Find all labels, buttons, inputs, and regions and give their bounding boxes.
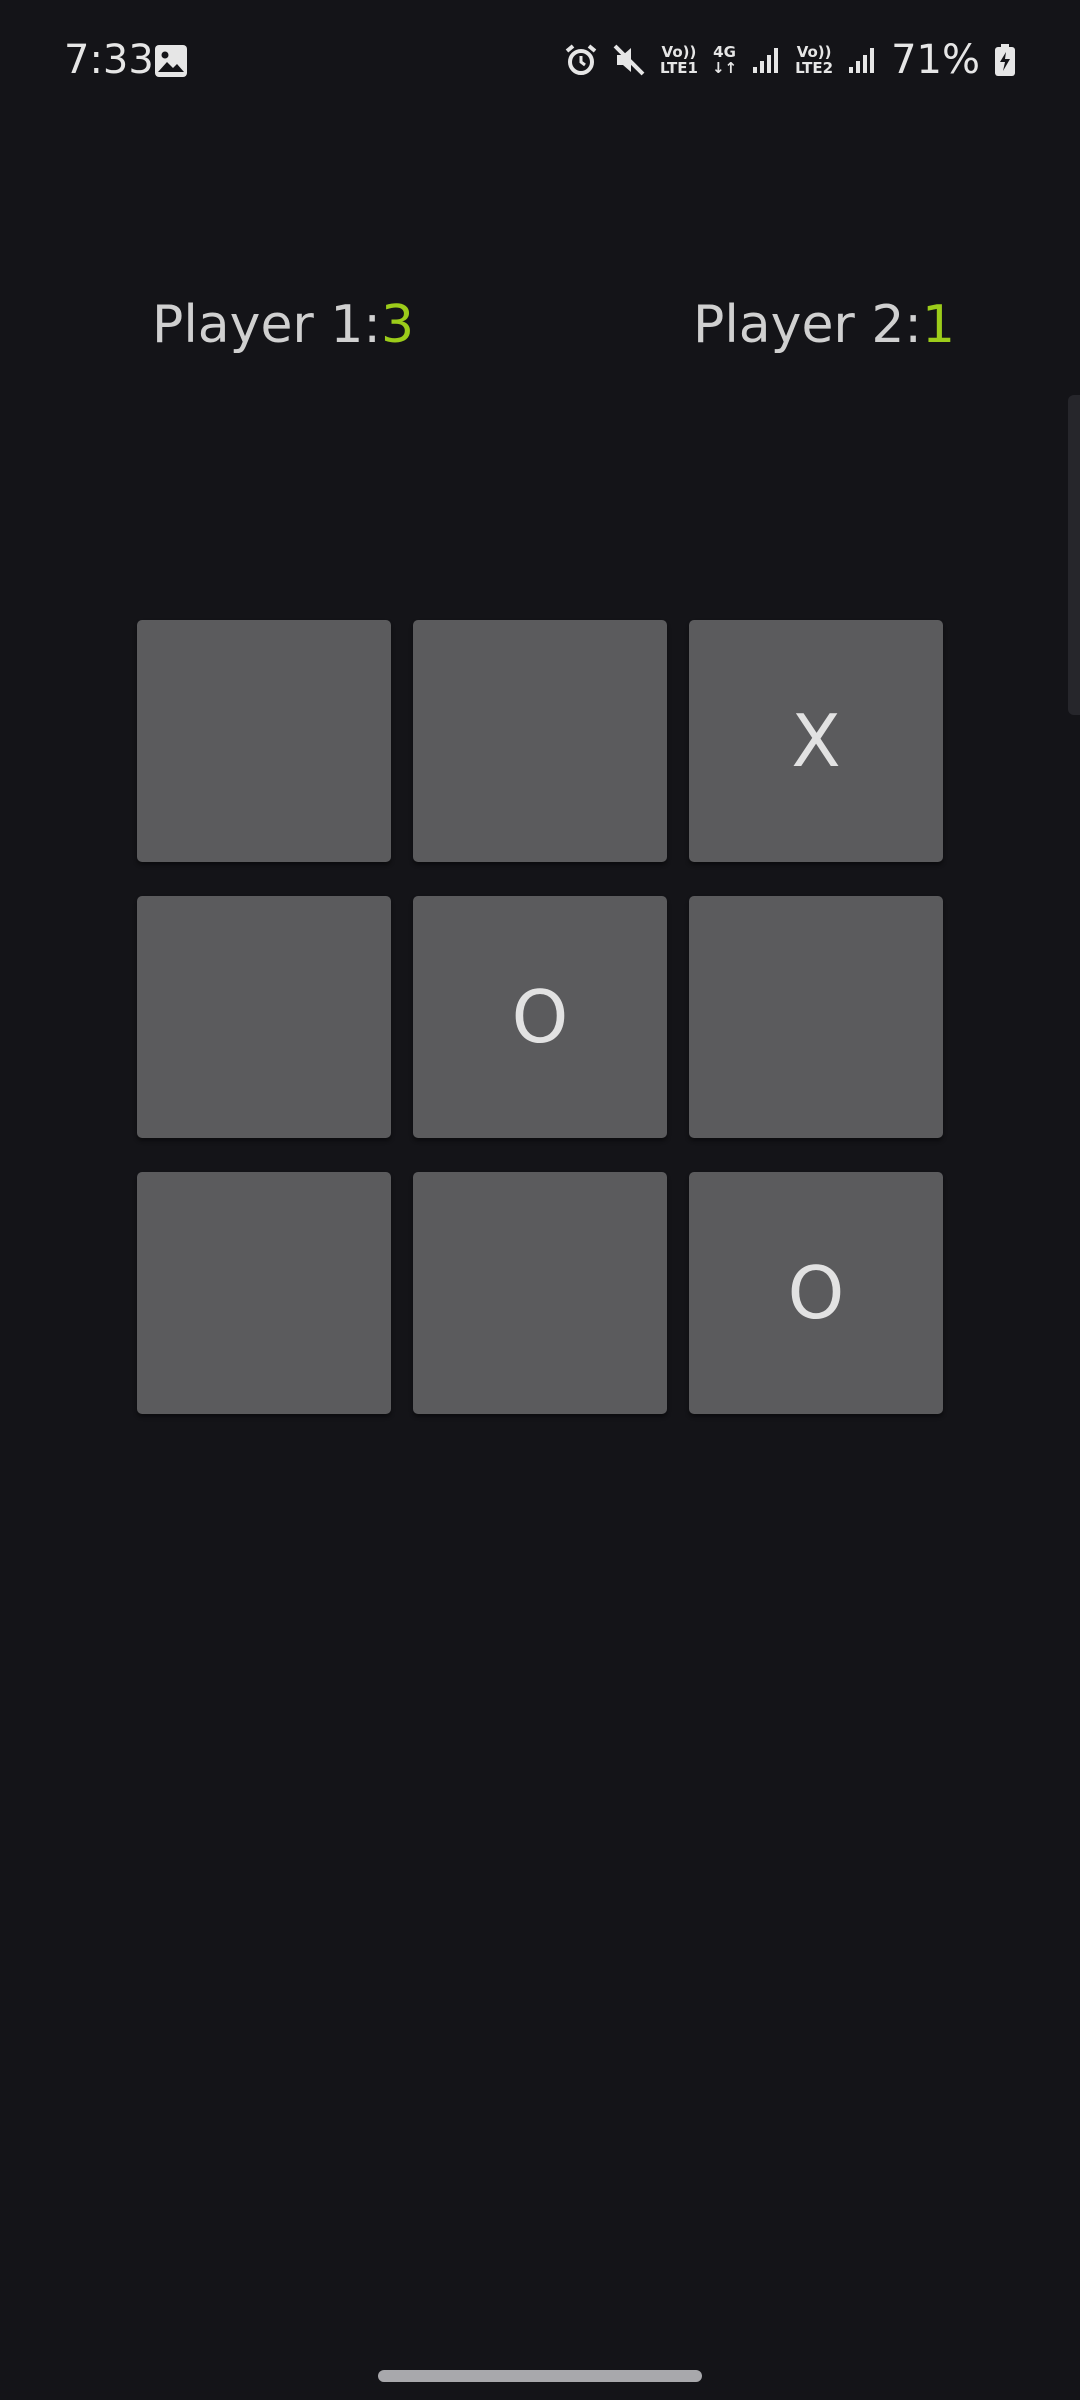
board-cell-4[interactable]	[137, 896, 391, 1138]
mute-icon	[613, 44, 645, 76]
signal-icon	[753, 48, 779, 73]
player2-score: Player 2:1	[693, 295, 955, 355]
board-cell-5[interactable]: O	[413, 896, 667, 1138]
gallery-icon	[155, 45, 187, 77]
player1-score-value: 3	[380, 295, 415, 355]
lte2-indicator: Vo)) LTE2	[795, 43, 834, 77]
lte1-indicator: Vo)) LTE1	[659, 43, 698, 77]
player1-score: Player 1:3	[152, 295, 414, 355]
alarm-icon	[565, 44, 597, 75]
game-screen: 7:33 Vo)) LTE1 4G ↓↑ Vo)) LTE2 71% Playe…	[0, 0, 1080, 2400]
board-cell-9[interactable]: O	[689, 1172, 943, 1414]
player1-label: Player 1:	[152, 295, 381, 355]
navigation-gesture-handle[interactable]	[378, 2370, 702, 2382]
board-cell-3[interactable]: X	[689, 620, 943, 862]
status-time: 7:33	[64, 37, 154, 83]
edge-panel-handle[interactable]	[1068, 395, 1080, 715]
board-cell-8[interactable]	[413, 1172, 667, 1414]
battery-percent: 71%	[891, 37, 980, 83]
network-4g-indicator: 4G ↓↑	[711, 43, 738, 77]
player2-score-value: 1	[921, 295, 956, 355]
board-cell-2[interactable]	[413, 620, 667, 862]
battery-charging-icon	[995, 44, 1015, 76]
signal-icon	[849, 48, 875, 73]
player2-label: Player 2:	[693, 295, 922, 355]
status-icons: Vo)) LTE1 4G ↓↑ Vo)) LTE2 71%	[564, 30, 1016, 90]
board-cell-1[interactable]	[137, 620, 391, 862]
board-cell-6[interactable]	[689, 896, 943, 1138]
game-board: X O O	[137, 620, 943, 1414]
board-cell-7[interactable]	[137, 1172, 391, 1414]
status-bar: 7:33 Vo)) LTE1 4G ↓↑ Vo)) LTE2 71%	[0, 0, 1080, 120]
